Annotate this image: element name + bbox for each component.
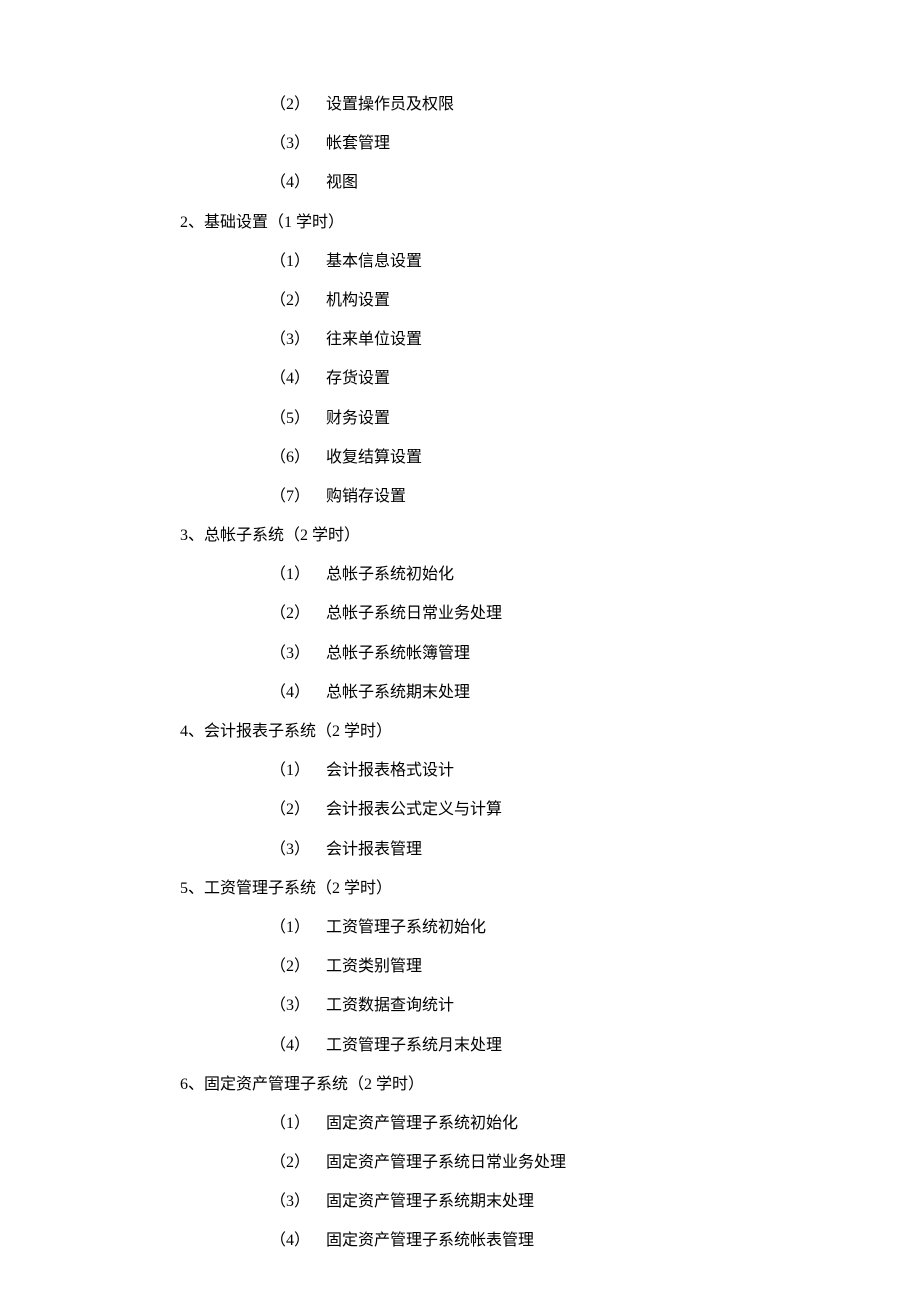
item-text: 视图 (326, 174, 358, 191)
list-item: （2） 会计报表公式定义与计算 (270, 790, 920, 829)
list-item: （4） 视图 (270, 163, 920, 202)
section-header: 4、会计报表子系统（2 学时） (180, 712, 920, 751)
list-item: （4） 存货设置 (270, 359, 920, 398)
item-number: （4） (270, 1221, 322, 1260)
item-number: （3） (270, 634, 322, 673)
list-item: （4） 总帐子系统期末处理 (270, 673, 920, 712)
item-number: （5） (270, 399, 322, 438)
list-item: （1） 固定资产管理子系统初始化 (270, 1104, 920, 1143)
item-number: （3） (270, 986, 322, 1025)
item-number: （4） (270, 1026, 322, 1065)
item-text: 固定资产管理子系统期末处理 (326, 1193, 534, 1210)
item-text: 工资管理子系统初始化 (326, 919, 486, 936)
list-item: （4） 固定资产管理子系统帐表管理 (270, 1221, 920, 1260)
list-item: （3） 工资数据查询统计 (270, 986, 920, 1025)
list-item: （3） 帐套管理 (270, 124, 920, 163)
list-item: （6） 收复结算设置 (270, 438, 920, 477)
item-number: （3） (270, 1182, 322, 1221)
list-item: （2） 固定资产管理子系统日常业务处理 (270, 1143, 920, 1182)
list-item: （3） 固定资产管理子系统期末处理 (270, 1182, 920, 1221)
list-item: （1） 会计报表格式设计 (270, 751, 920, 790)
item-text: 帐套管理 (326, 135, 390, 152)
item-number: （3） (270, 830, 322, 869)
list-item: （3） 总帐子系统帐簿管理 (270, 634, 920, 673)
item-number: （6） (270, 438, 322, 477)
item-text: 存货设置 (326, 370, 390, 387)
item-text: 工资数据查询统计 (326, 997, 454, 1014)
item-text: 设置操作员及权限 (326, 96, 454, 113)
item-number: （7） (270, 477, 322, 516)
item-text: 财务设置 (326, 410, 390, 427)
list-item: （7） 购销存设置 (270, 477, 920, 516)
item-number: （1） (270, 242, 322, 281)
item-text: 收复结算设置 (326, 449, 422, 466)
item-text: 固定资产管理子系统帐表管理 (326, 1232, 534, 1249)
item-text: 固定资产管理子系统日常业务处理 (326, 1154, 566, 1171)
item-number: （1） (270, 908, 322, 947)
list-item: （1） 基本信息设置 (270, 242, 920, 281)
item-text: 总帐子系统帐簿管理 (326, 645, 470, 662)
section-header: 2、基础设置（1 学时） (180, 203, 920, 242)
item-text: 总帐子系统日常业务处理 (326, 605, 502, 622)
section-header: 6、固定资产管理子系统（2 学时） (180, 1065, 920, 1104)
item-number: （1） (270, 1104, 322, 1143)
item-number: （1） (270, 555, 322, 594)
item-text: 工资管理子系统月末处理 (326, 1037, 502, 1054)
item-text: 机构设置 (326, 292, 390, 309)
list-item: （2） 工资类别管理 (270, 947, 920, 986)
item-text: 会计报表公式定义与计算 (326, 801, 502, 818)
list-item: （2） 总帐子系统日常业务处理 (270, 594, 920, 633)
list-item: （4） 工资管理子系统月末处理 (270, 1026, 920, 1065)
item-number: （3） (270, 320, 322, 359)
outline-content: （2） 设置操作员及权限 （3） 帐套管理 （4） 视图 2、基础设置（1 学时… (180, 85, 920, 1261)
item-number: （3） (270, 124, 322, 163)
item-number: （2） (270, 790, 322, 829)
section-header: 5、工资管理子系统（2 学时） (180, 869, 920, 908)
list-item: （2） 设置操作员及权限 (270, 85, 920, 124)
item-text: 固定资产管理子系统初始化 (326, 1115, 518, 1132)
item-number: （1） (270, 751, 322, 790)
list-item: （3） 会计报表管理 (270, 830, 920, 869)
item-number: （4） (270, 359, 322, 398)
item-text: 工资类别管理 (326, 958, 422, 975)
item-text: 往来单位设置 (326, 331, 422, 348)
item-number: （4） (270, 163, 322, 202)
list-item: （5） 财务设置 (270, 399, 920, 438)
item-text: 购销存设置 (326, 488, 406, 505)
item-number: （2） (270, 1143, 322, 1182)
item-text: 基本信息设置 (326, 253, 422, 270)
list-item: （3） 往来单位设置 (270, 320, 920, 359)
item-text: 总帐子系统期末处理 (326, 684, 470, 701)
item-text: 总帐子系统初始化 (326, 566, 454, 583)
list-item: （2） 机构设置 (270, 281, 920, 320)
item-number: （2） (270, 947, 322, 986)
item-text: 会计报表格式设计 (326, 762, 454, 779)
item-number: （2） (270, 594, 322, 633)
item-text: 会计报表管理 (326, 841, 422, 858)
item-number: （2） (270, 281, 322, 320)
item-number: （4） (270, 673, 322, 712)
section-header: 3、总帐子系统（2 学时） (180, 516, 920, 555)
list-item: （1） 总帐子系统初始化 (270, 555, 920, 594)
item-number: （2） (270, 85, 322, 124)
list-item: （1） 工资管理子系统初始化 (270, 908, 920, 947)
